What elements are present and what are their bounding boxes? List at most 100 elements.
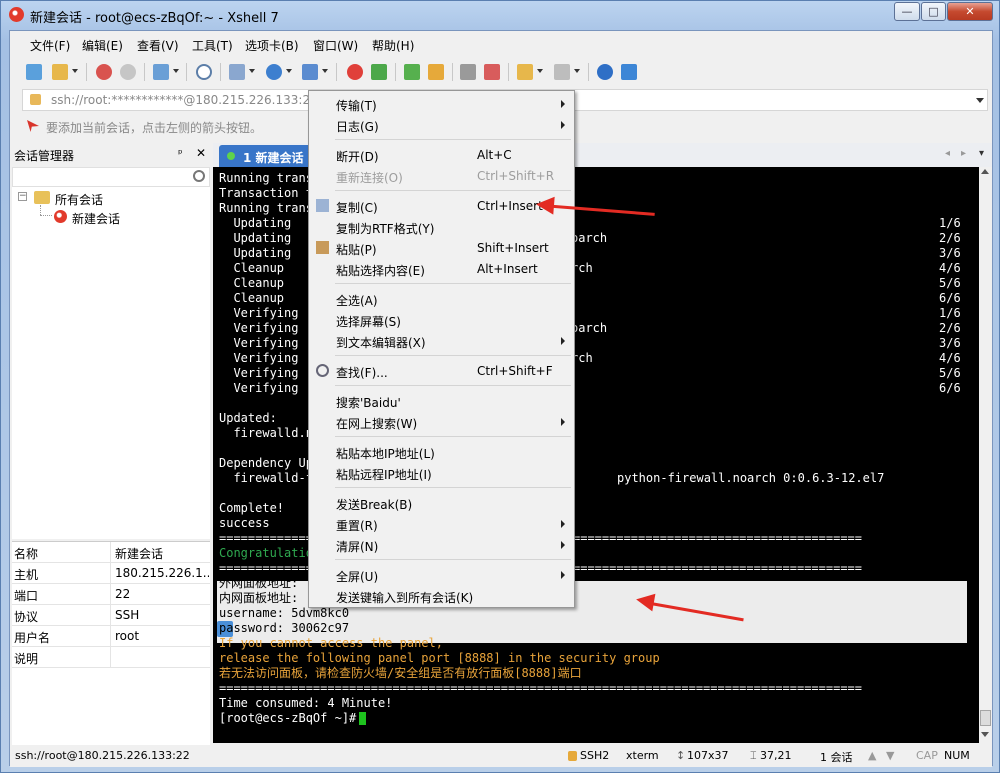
address-input[interactable]: ssh://root:************@180.215.226.133:… xyxy=(51,93,318,107)
menu-item[interactable]: 窗口(W) xyxy=(313,37,358,54)
xmanager-icon[interactable] xyxy=(371,64,387,80)
layout-dropdown-icon[interactable] xyxy=(249,69,255,73)
context-menu-item[interactable]: 粘贴选择内容(E) Alt+Insert xyxy=(309,258,574,279)
minimize-button[interactable]: — xyxy=(894,2,920,21)
menu-item[interactable]: 文件(F) xyxy=(30,37,70,54)
help-icon[interactable] xyxy=(597,64,613,80)
menu-item[interactable]: 工具(T) xyxy=(192,37,233,54)
context-menu-item[interactable]: 粘贴(P) Shift+Insert xyxy=(309,237,574,258)
properties-icon[interactable] xyxy=(153,64,169,80)
xftp-icon[interactable] xyxy=(347,64,363,80)
globe-icon[interactable] xyxy=(266,64,282,80)
context-menu-item[interactable]: 选择屏幕(S) xyxy=(309,309,574,330)
context-menu-item[interactable]: 断开(D) Alt+C xyxy=(309,144,574,165)
session-manager-title: 会话管理器 xyxy=(14,149,75,163)
terminal-line: Verifying xyxy=(219,366,299,380)
property-row: 协议 SSH xyxy=(12,605,210,626)
close-button[interactable]: ✕ xyxy=(947,2,993,21)
session-down-icon[interactable]: ▼ xyxy=(886,749,894,762)
session-search-input[interactable] xyxy=(12,167,210,187)
terminal-line: release the following panel port [8888] … xyxy=(219,651,660,665)
terminal-line: Cleanup xyxy=(219,276,285,290)
maximize-button[interactable]: □ xyxy=(921,2,946,21)
compose-dropdown-icon[interactable] xyxy=(574,69,580,73)
address-dropdown-icon[interactable] xyxy=(976,98,984,103)
find-icon[interactable] xyxy=(196,64,212,80)
property-divider xyxy=(110,542,111,563)
context-menu-item[interactable]: 查找(F)... Ctrl+Shift+F xyxy=(309,360,574,381)
menu-item-label: 复制(C) xyxy=(336,201,378,215)
context-menu-item[interactable]: 清屏(N) xyxy=(309,534,574,555)
highlight-icon[interactable] xyxy=(484,64,500,80)
context-menu-item[interactable]: 复制为RTF格式(Y) xyxy=(309,216,574,237)
session-up-icon[interactable]: ▲ xyxy=(868,749,876,762)
context-menu-item[interactable]: 重置(R) xyxy=(309,513,574,534)
menu-item-label: 清屏(N) xyxy=(336,540,379,554)
scroll-down-icon[interactable] xyxy=(981,732,989,737)
tab-label: 1 新建会话 xyxy=(243,151,304,165)
context-menu-item[interactable]: 传输(T) xyxy=(309,93,574,114)
context-menu-item[interactable]: 全选(A) xyxy=(309,288,574,309)
add-tab-icon[interactable] xyxy=(517,64,533,80)
context-menu-item[interactable]: 到文本编辑器(X) xyxy=(309,330,574,351)
tab-prev-icon[interactable]: ◂ xyxy=(945,148,950,159)
context-menu-item[interactable]: 全屏(U) xyxy=(309,564,574,585)
menu-separator xyxy=(335,190,571,191)
compose-icon[interactable] xyxy=(554,64,570,80)
title-bar[interactable]: 新建会话 - root@ecs-zBqOf:~ - Xshell 7 — □ ✕ xyxy=(1,1,1000,29)
pin-icon[interactable]: ᵖ xyxy=(178,147,183,160)
tree-item-new-session[interactable]: 新建会话 xyxy=(52,208,202,226)
open-folder-icon[interactable] xyxy=(52,64,68,80)
tree-line xyxy=(40,215,52,216)
chat-icon[interactable] xyxy=(621,64,637,80)
menu-item[interactable]: 查看(V) xyxy=(137,37,179,54)
scroll-up-icon[interactable] xyxy=(981,169,989,174)
open-dropdown-icon[interactable] xyxy=(72,69,78,73)
context-menu-item[interactable]: 粘贴远程IP地址(I) xyxy=(309,462,574,483)
font-icon[interactable] xyxy=(302,64,318,80)
menu-item[interactable]: 编辑(E) xyxy=(82,37,123,54)
menu-item[interactable]: 帮助(H) xyxy=(372,37,414,54)
add-session-arrow-icon[interactable] xyxy=(27,120,39,132)
toolbar xyxy=(10,57,992,87)
copy-icon xyxy=(316,199,329,212)
layout-icon[interactable] xyxy=(229,64,245,80)
properties-dropdown-icon[interactable] xyxy=(173,69,179,73)
scroll-thumb[interactable] xyxy=(980,710,991,726)
context-menu-item[interactable]: 发送键输入到所有会话(K) xyxy=(309,585,574,606)
menu-item-label: 发送Break(B) xyxy=(336,498,413,512)
tab-new-session[interactable]: 1 新建会话 xyxy=(219,145,311,167)
progress-counter: 1/6 xyxy=(939,216,961,230)
menu-item-shortcut: Alt+Insert xyxy=(477,262,538,276)
context-menu-item[interactable]: 搜索'Baidu' xyxy=(309,390,574,411)
tab-list-dropdown-icon[interactable]: ▾ xyxy=(979,148,984,159)
cursor-icon: ⌶ xyxy=(750,749,757,762)
new-session-icon[interactable] xyxy=(26,64,42,80)
property-row: 说明 xyxy=(12,647,210,668)
tree-item-all-sessions[interactable]: − 所有会话 xyxy=(18,189,208,207)
context-menu-item[interactable]: 粘贴本地IP地址(L) xyxy=(309,441,574,462)
tab-next-icon[interactable]: ▸ xyxy=(961,148,966,159)
globe-dropdown-icon[interactable] xyxy=(286,69,292,73)
folder-icon xyxy=(34,191,50,204)
context-menu-item[interactable]: 在网上搜索(W) xyxy=(309,411,574,432)
terminal-line: firewalld-f xyxy=(219,471,313,485)
connect-icon[interactable] xyxy=(96,64,112,80)
terminal-scrollbar[interactable] xyxy=(979,167,992,743)
menu-item[interactable]: 选项卡(B) xyxy=(245,37,299,54)
collapse-icon[interactable]: − xyxy=(18,192,27,201)
property-value: root xyxy=(115,629,140,643)
keyboard-icon[interactable] xyxy=(460,64,476,80)
toolbar-separator xyxy=(395,63,396,81)
font-dropdown-icon[interactable] xyxy=(322,69,328,73)
session-manager-close-icon[interactable]: ✕ xyxy=(196,146,206,160)
disconnect-icon[interactable] xyxy=(120,64,136,80)
terminal-line: Time consumed: 4 Minute! xyxy=(219,696,393,710)
fullscreen-icon[interactable] xyxy=(404,64,420,80)
context-menu-item[interactable]: 复制(C) Ctrl+Insert xyxy=(309,195,574,216)
progress-counter: 1/6 xyxy=(939,306,961,320)
context-menu-item[interactable]: 发送Break(B) xyxy=(309,492,574,513)
context-menu-item[interactable]: 日志(G) xyxy=(309,114,574,135)
lock-icon[interactable] xyxy=(428,64,444,80)
add-tab-dropdown-icon[interactable] xyxy=(537,69,543,73)
